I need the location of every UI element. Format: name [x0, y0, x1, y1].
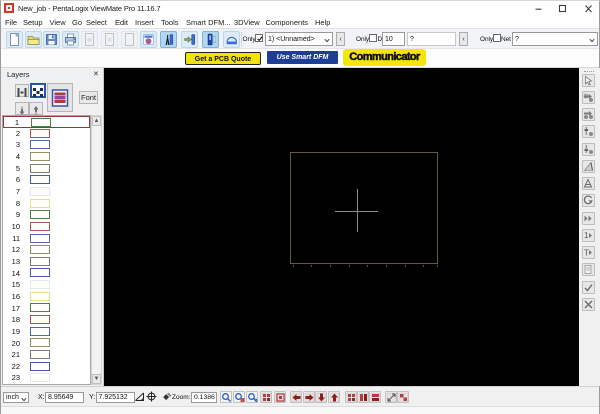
svg-text:1: 1: [584, 231, 589, 240]
svg-text:T: T: [584, 249, 589, 258]
